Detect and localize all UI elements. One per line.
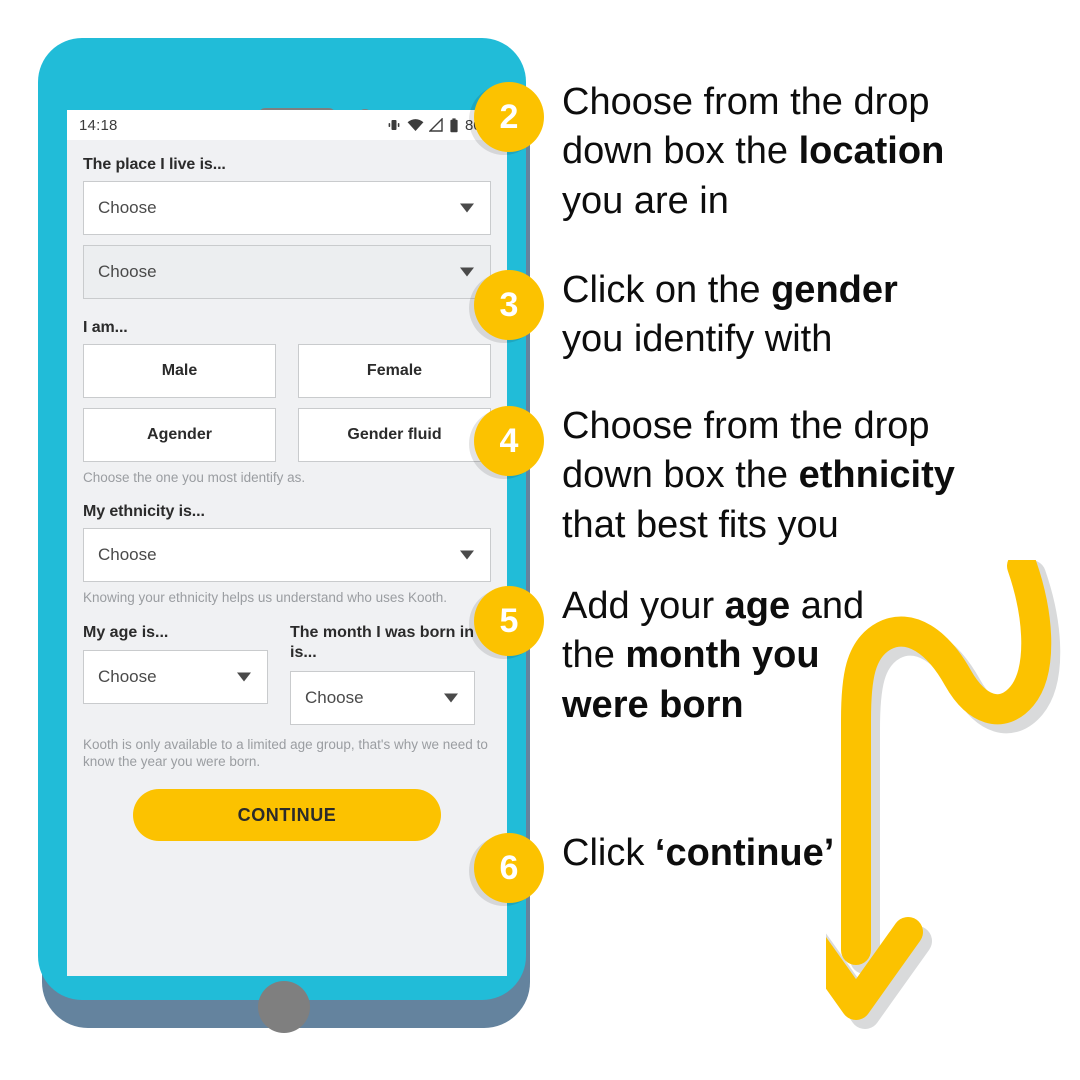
location-label: The place I live is... [83, 156, 226, 173]
instruction-step-6: 6 Click ‘continue’ [474, 832, 834, 903]
step-number-badge: 2 [474, 82, 544, 152]
continue-button[interactable]: CONTINUE [133, 789, 441, 842]
ethnicity-label: My ethnicity is... [83, 502, 205, 520]
phone-screen: 14:18 The place I live is... Choose Choo… [67, 110, 507, 976]
phone-mockup: 14:18 The place I live is... Choose Choo… [38, 38, 530, 1033]
age-select[interactable]: Choose [83, 650, 268, 705]
wifi-icon [407, 118, 424, 132]
gender-option-male[interactable]: Male [83, 344, 276, 398]
location-select-value: Choose [98, 198, 157, 217]
step-number-badge: 3 [474, 270, 544, 340]
gender-option-female[interactable]: Female [298, 344, 491, 398]
step-text: Click on the gender you identify with [562, 269, 898, 361]
signal-icon [428, 118, 444, 132]
instruction-step-5: 5 Add your age and the month you were bo… [474, 585, 864, 730]
instruction-step-4: 4 Choose from the drop down box the ethn… [474, 405, 955, 550]
step-text: Choose from the drop down box the ethnic… [562, 405, 955, 546]
status-bar-time: 14:18 [79, 116, 118, 134]
ethnicity-select-value: Choose [98, 544, 157, 564]
gender-label: I am... [83, 319, 128, 336]
month-select[interactable]: Choose [290, 670, 475, 725]
step-number-badge: 4 [474, 406, 544, 476]
gender-option-agender[interactable]: Agender [83, 408, 276, 462]
gender-option-gender-fluid[interactable]: Gender fluid [298, 408, 491, 462]
step-number-badge: 5 [474, 586, 544, 656]
month-field-group: The month I was born in is... Choose [290, 623, 475, 725]
registration-form: The place I live is... Choose Choose I a… [67, 140, 507, 842]
location-select[interactable]: Choose [83, 181, 491, 235]
location-select-secondary-value: Choose [98, 262, 157, 281]
step-text: Add your age and the month you were born [562, 585, 865, 726]
gender-helper-text: Choose the one you most identify as. [83, 470, 306, 485]
chevron-down-icon [460, 267, 474, 277]
phone-home-button[interactable] [258, 981, 310, 1033]
month-select-value: Choose [305, 687, 364, 707]
age-select-value: Choose [98, 667, 157, 687]
chevron-down-icon [460, 203, 474, 213]
chevron-down-icon [460, 550, 474, 560]
ethnicity-helper-text: Knowing your ethnicity helps us understa… [83, 589, 447, 605]
instruction-step-3: 3 Click on the gender you identify with [474, 269, 898, 365]
step-text: Click ‘continue’ [562, 832, 835, 874]
step-text: Choose from the drop down box the locati… [562, 81, 945, 222]
gender-options-grid: Male Female Agender Gender fluid [83, 344, 491, 462]
status-bar: 14:18 [67, 110, 507, 140]
vibrate-icon [386, 117, 402, 133]
battery-icon [449, 117, 459, 133]
instruction-step-2: 2 Choose from the drop down box the loca… [474, 81, 944, 226]
location-select-secondary[interactable]: Choose [83, 245, 491, 299]
chevron-down-icon [444, 693, 458, 703]
age-field-group: My age is... Choose [83, 623, 268, 725]
ethnicity-select[interactable]: Choose [83, 527, 491, 582]
dob-row: My age is... Choose The month I was born… [83, 623, 491, 725]
chevron-down-icon [237, 672, 251, 682]
age-label: My age is... [83, 623, 169, 641]
dob-helper-text: Kooth is only available to a limited age… [83, 736, 488, 770]
month-label: The month I was born in is... [290, 623, 474, 662]
step-number-badge: 6 [474, 833, 544, 903]
